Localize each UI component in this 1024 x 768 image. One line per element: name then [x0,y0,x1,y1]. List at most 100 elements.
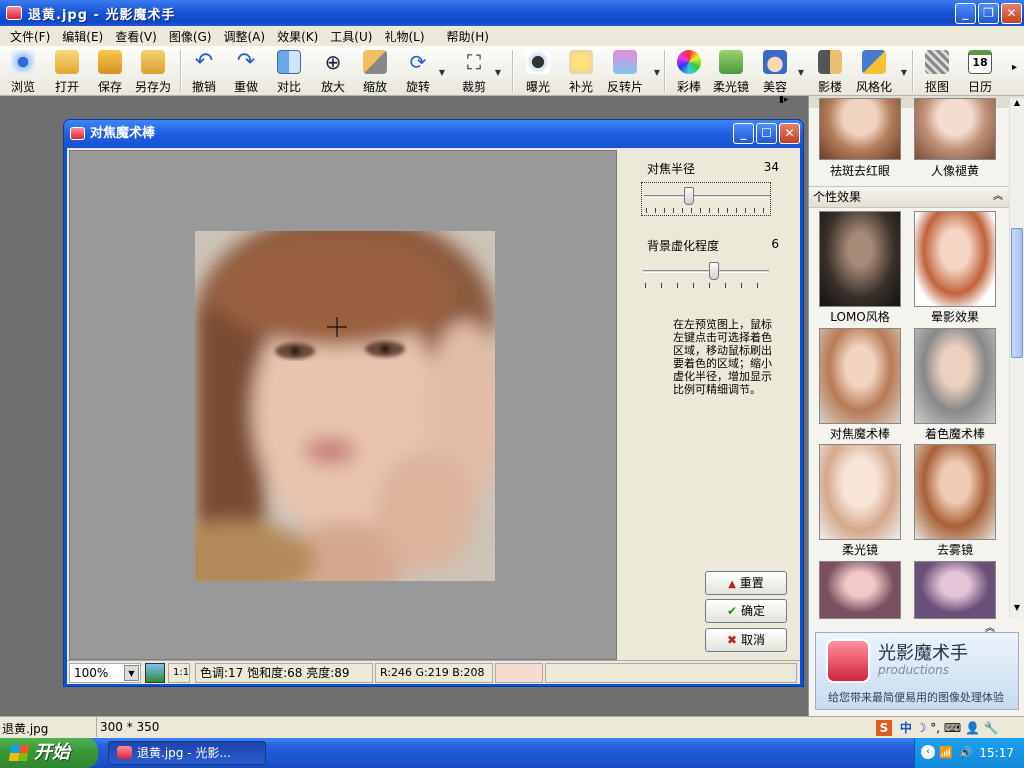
clock[interactable]: 15:17 [979,746,1014,760]
ime-bar[interactable]: S 中 ☽ °, ⌨ 👤 🔧 [876,719,1022,737]
rotate-button[interactable]: ⟳ 旋转 ▼ [401,48,445,94]
network-icon[interactable]: 📶 [939,738,953,768]
exposure-button[interactable]: 曝光 [521,48,555,94]
taskbar-app-button[interactable]: 退黄.jpg - 光影... [108,741,266,765]
radius-label: 对焦半径 [647,162,696,176]
taskbar: 开始 退黄.jpg - 光影... ‹ 📶 🔊 15:17 [0,738,1024,768]
zoom-select[interactable]: 100% ▼ [69,663,141,683]
crop-button[interactable]: ⛶ 裁剪 ▼ [457,48,501,94]
chevron-down-icon[interactable]: ▼ [124,665,139,681]
compare-button[interactable]: 对比 [272,48,306,94]
dialog-minimize-button[interactable]: _ [733,123,754,144]
save-as-icon [141,50,165,74]
redo-icon: ↷ [236,49,256,74]
reversal-film-button[interactable]: 反转片 ▼ [604,48,660,94]
app-icon [117,746,132,759]
close-button[interactable]: ✕ [1001,3,1022,24]
preview-photo[interactable] [195,231,495,581]
dialog-maximize-button[interactable]: ☐ [756,123,777,144]
punct-icon[interactable]: °, [930,721,940,735]
panel-scrollbar[interactable]: ▲ ▼ [1009,98,1024,618]
chevron-down-icon[interactable]: ▼ [901,68,907,77]
menu-image[interactable]: 图像(G) [163,28,218,45]
ime-mode[interactable]: 中 [900,721,912,735]
brand-logo-icon [826,639,870,683]
soft-light-button[interactable]: 柔光镜 [710,48,752,94]
moon-icon[interactable]: ☽ [916,721,927,735]
menu-edit[interactable]: 编辑(E) [56,28,109,45]
redo-button[interactable]: ↷ 重做 [229,48,263,95]
beauty-button[interactable]: 美容 ▼ [758,48,804,94]
keyboard-icon[interactable]: ⌨ [944,721,961,735]
menu-help[interactable]: 帮助(H) [441,28,495,45]
effect-thumb-lomo[interactable] [819,211,901,307]
menu-effects[interactable]: 效果(K) [271,28,324,45]
menu-tools[interactable]: 工具(U) [324,28,378,45]
blur-slider-thumb[interactable] [709,262,719,280]
effect-thumb-extra[interactable] [819,561,901,619]
fit-image-icon[interactable] [145,663,165,683]
collapse-icon[interactable]: ︽ [993,187,1003,207]
effect-thumb-extra[interactable] [914,561,996,619]
chevron-down-icon[interactable]: ▼ [495,68,501,77]
status-empty [545,663,797,683]
save-button[interactable]: 保存 [93,48,127,94]
zoom-in-button[interactable]: ⊕ 放大 [316,48,350,94]
resize-button[interactable]: 缩放 [358,48,392,94]
effect-thumb-skin-unyellow[interactable] [914,98,996,160]
effect-thumb-focus-wand[interactable] [819,328,901,424]
effect-thumb-spot-removal[interactable] [819,98,901,160]
save-as-button[interactable]: 另存为 [132,48,174,94]
blur-slider[interactable] [641,258,771,292]
cancel-button[interactable]: ✖ 取消 [705,628,787,652]
chevron-down-icon[interactable]: ▼ [798,68,804,77]
chevron-down-icon[interactable]: ▼ [439,68,445,77]
section-header-personal-effects[interactable]: 个性效果 ︽ [809,186,1009,208]
cutout-button[interactable]: 抠图 [920,48,954,94]
reset-button[interactable]: ▲ 重置 [705,571,787,595]
effect-thumb-defog[interactable] [914,444,996,540]
color-wand-button[interactable]: 彩棒 [672,48,706,94]
menu-view[interactable]: 查看(V) [109,28,163,45]
brand-slogan: 给您带来最简便易用的图像处理体验 [828,691,1004,704]
radius-slider[interactable] [641,182,771,216]
user-icon[interactable]: 👤 [965,721,980,735]
scroll-up-icon[interactable]: ▲ [1010,98,1024,112]
undo-button[interactable]: ↶ 撤销 [187,48,221,95]
volume-icon[interactable]: 🔊 [959,738,973,768]
resize-icon [363,50,387,74]
toolbar-separator [512,50,514,92]
rotate-icon: ⟳ [409,50,427,74]
radius-value: 34 [763,160,779,174]
menu-adjust[interactable]: 调整(A) [217,28,271,45]
studio-button[interactable]: 影楼 [813,48,847,94]
radius-slider-thumb[interactable] [684,187,694,205]
effect-thumb-color-wand[interactable] [914,328,996,424]
calendar-button[interactable]: 18 日历 [963,48,997,94]
browse-button[interactable]: 浏览 [6,48,40,94]
dialog-close-button[interactable]: ✕ [779,123,800,144]
chevron-down-icon[interactable]: ▼ [654,68,660,77]
toolbar-overflow-icon[interactable]: ▸ [1012,62,1017,73]
calendar-icon: 18 [968,50,992,74]
fill-light-button[interactable]: 补光 [564,48,598,94]
maximize-button[interactable]: ❐ [978,3,999,24]
stylize-button[interactable]: 风格化 ▼ [853,48,907,94]
start-button[interactable]: 开始 [0,738,98,768]
effect-label: 人像褪黄 [930,164,979,178]
minimize-button[interactable]: _ [955,3,976,24]
sogou-icon[interactable]: S [876,720,892,736]
actual-size-button[interactable]: 1:1 [168,663,190,683]
scroll-thumb[interactable] [1011,228,1023,358]
effect-thumb-soft-light[interactable] [819,444,901,540]
wrench-icon[interactable]: 🔧 [984,721,999,735]
open-button[interactable]: 打开 [50,48,84,94]
menu-file[interactable]: 文件(F) [4,28,56,45]
menu-gifts[interactable]: 礼物(L) [378,28,430,45]
preview-area[interactable] [69,150,617,660]
effect-thumb-vignette[interactable] [914,211,996,307]
toolbar-separator [180,50,182,92]
scroll-down-icon[interactable]: ▼ [1010,603,1024,617]
tray-expand-icon[interactable]: ‹ [921,745,935,759]
ok-button[interactable]: ✔ 确定 [705,599,787,623]
